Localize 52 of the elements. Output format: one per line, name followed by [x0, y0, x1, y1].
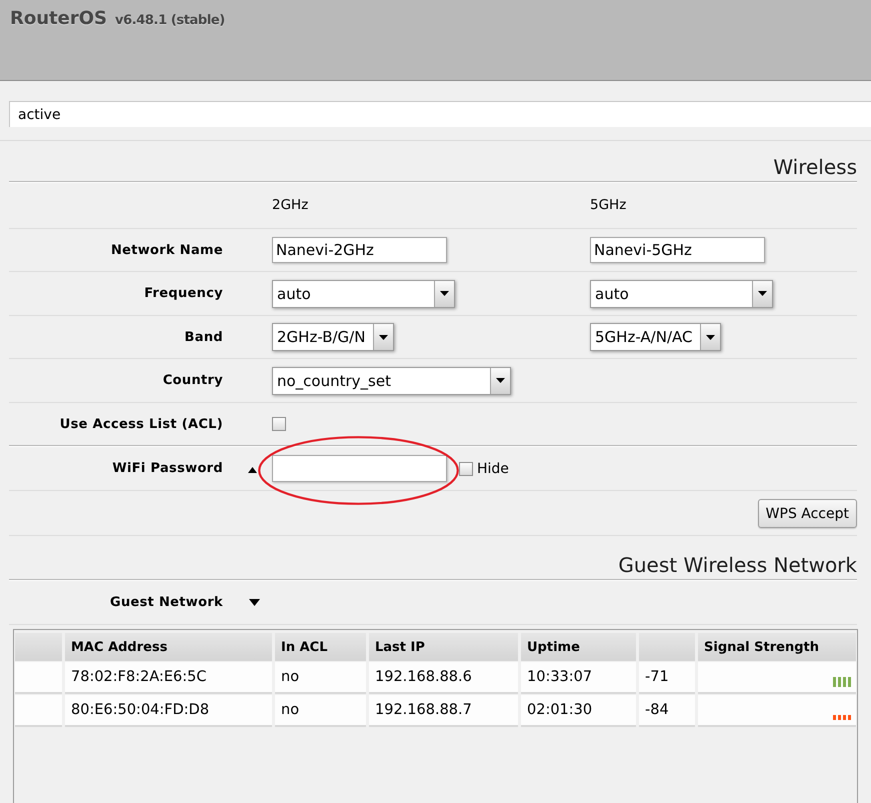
app-title: RouterOS	[10, 8, 107, 29]
table-cell: -84	[639, 695, 695, 727]
column-label: 5GHz	[590, 197, 626, 213]
table-cell: 10:33:07	[521, 662, 636, 694]
table-cell	[15, 695, 62, 727]
password-field[interactable]	[272, 454, 447, 482]
triangle-up-icon[interactable]	[248, 466, 257, 472]
table-cell	[15, 662, 62, 694]
table-cell: 02:01:30	[521, 695, 636, 727]
dropdown[interactable]: auto	[272, 280, 455, 308]
dropdown[interactable]: auto	[590, 280, 773, 308]
column-header: In ACL	[275, 633, 366, 661]
checkbox-label: Hide	[477, 461, 509, 477]
section-title: Guest Wireless Network	[618, 553, 857, 577]
dropdown[interactable]: no_country_set	[272, 366, 511, 394]
table-cell: no	[275, 695, 366, 727]
table-cell: -71	[639, 662, 695, 694]
table-cell: 192.168.88.6	[369, 662, 518, 694]
field-label: WiFi Password	[112, 460, 223, 476]
caret-icon[interactable]	[490, 368, 510, 394]
caret-icon[interactable]	[373, 324, 394, 350]
column-header: Last IP	[369, 633, 518, 661]
table-cell: 192.168.88.7	[369, 695, 518, 727]
field-label: Use Access List (ACL)	[60, 416, 223, 432]
column-label: 2GHz	[272, 197, 308, 213]
input-field[interactable]: Nanevi-5GHz	[590, 237, 765, 263]
table-cell: no	[275, 662, 366, 694]
caret-icon[interactable]	[434, 280, 454, 306]
field-label: Band	[184, 330, 223, 344]
caret-icon[interactable]	[700, 324, 720, 350]
column-header	[639, 633, 695, 661]
input-field[interactable]: Nanevi-2GHz	[272, 237, 447, 263]
field-label: Guest Network	[110, 594, 223, 610]
field-label: Country	[162, 373, 223, 388]
checkbox[interactable]	[272, 417, 286, 431]
dropdown[interactable]: 5GHz-A/N/AC	[590, 323, 722, 351]
field-label: Frequency	[144, 286, 223, 301]
caret-icon[interactable]	[752, 280, 772, 306]
column-header: MAC Address	[65, 633, 272, 661]
section-title: Wireless	[773, 155, 857, 179]
version-label: v6.48.1 (stable)	[115, 13, 225, 28]
triangle-down-icon[interactable]	[249, 598, 260, 606]
column-header: Uptime	[521, 633, 636, 661]
column-header	[15, 633, 62, 661]
table-cell: 80:E6:50:04:FD:D8	[65, 695, 272, 727]
wps-accept-button[interactable]: WPS Accept	[758, 499, 857, 528]
table-cell: 78:02:F8:2A:E6:5C	[65, 662, 272, 694]
checkbox[interactable]	[459, 462, 473, 476]
field-label: Network Name	[110, 242, 223, 258]
column-header: Signal Strength	[698, 633, 856, 661]
dropdown[interactable]: 2GHz-B/G/N	[272, 323, 394, 351]
status-field: active	[9, 101, 871, 127]
